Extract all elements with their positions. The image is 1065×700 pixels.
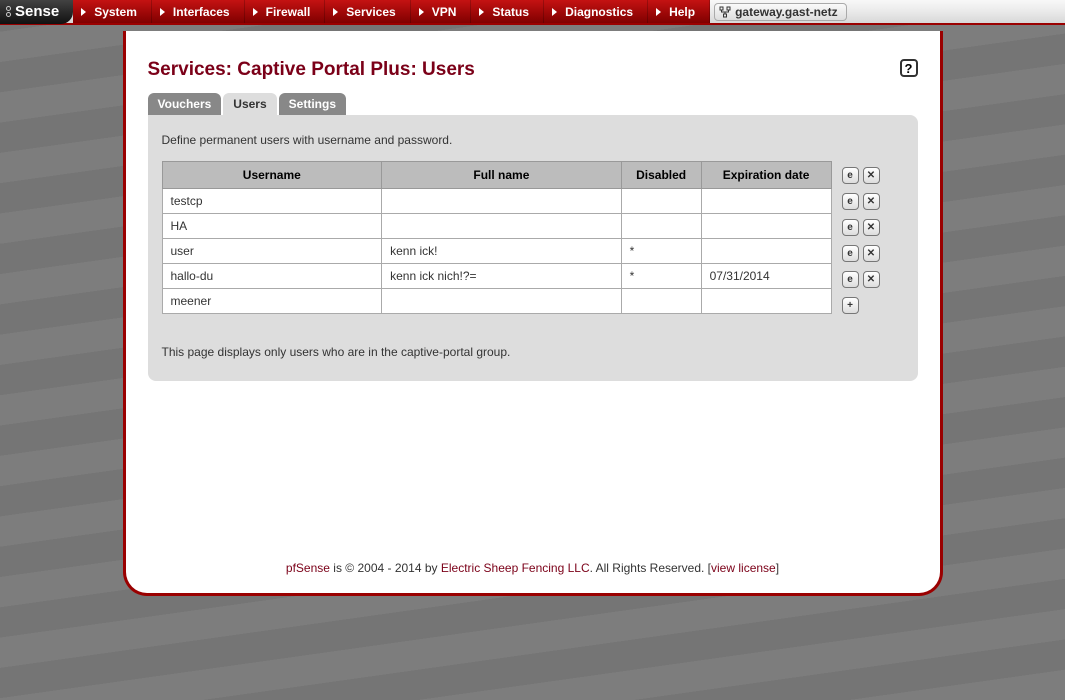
- cell-expiration: [701, 189, 831, 214]
- footer-text: . All Rights Reserved. [: [590, 561, 711, 575]
- menu-label: Interfaces: [173, 5, 230, 19]
- caret-icon: [253, 8, 258, 16]
- help-icon[interactable]: ?: [900, 59, 918, 77]
- caret-icon: [552, 8, 557, 16]
- menu-label: Firewall: [266, 5, 311, 19]
- panel-description: Define permanent users with username and…: [162, 133, 904, 147]
- delete-icon[interactable]: ✕: [863, 193, 880, 210]
- caret-icon: [656, 8, 661, 16]
- menu-label: System: [94, 5, 137, 19]
- cell-expiration: [701, 214, 831, 239]
- tab-users[interactable]: Users: [223, 93, 276, 115]
- cell-disabled: [621, 214, 701, 239]
- cell-disabled: *: [621, 239, 701, 264]
- page-title: Services: Captive Portal Plus: Users: [148, 59, 918, 81]
- cell-fullname: kenn ick!: [382, 239, 622, 264]
- cell-disabled: *: [621, 264, 701, 289]
- footer-text: is © 2004 - 2014 by: [330, 561, 441, 575]
- row-actions-column: e✕e✕e✕e✕e✕+: [842, 161, 880, 317]
- footer-license-link[interactable]: view license: [711, 561, 776, 575]
- panel-note: This page displays only users who are in…: [162, 345, 904, 359]
- delete-icon[interactable]: ✕: [863, 245, 880, 262]
- menu-item-help[interactable]: Help: [648, 0, 710, 23]
- footer: pfSense is © 2004 - 2014 by Electric She…: [148, 543, 918, 575]
- menu-item-services[interactable]: Services: [325, 0, 410, 23]
- cell-username: user: [162, 239, 382, 264]
- cell-username: HA: [162, 214, 382, 239]
- cell-fullname: [382, 214, 622, 239]
- cell-username: testcp: [162, 189, 382, 214]
- users-table: Username Full name Disabled Expiration d…: [162, 161, 832, 314]
- logo-icon: [6, 6, 11, 17]
- table-row: HA: [162, 214, 831, 239]
- logo-text: Sense: [15, 3, 59, 20]
- edit-icon[interactable]: e: [842, 219, 859, 236]
- col-header-username: Username: [162, 162, 382, 189]
- gateway-label: gateway.gast-netz: [735, 5, 837, 19]
- edit-icon[interactable]: e: [842, 193, 859, 210]
- cell-expiration: [701, 239, 831, 264]
- gateway-pill[interactable]: gateway.gast-netz: [714, 3, 846, 21]
- menu-label: Services: [346, 5, 395, 19]
- caret-icon: [160, 8, 165, 16]
- table-row: meener: [162, 289, 831, 314]
- footer-text: ]: [776, 561, 779, 575]
- col-header-disabled: Disabled: [621, 162, 701, 189]
- panel: Define permanent users with username and…: [148, 115, 918, 381]
- cell-disabled: [621, 289, 701, 314]
- menu-item-interfaces[interactable]: Interfaces: [152, 0, 245, 23]
- network-icon: [719, 6, 731, 18]
- menu-item-status[interactable]: Status: [471, 0, 544, 23]
- delete-icon[interactable]: ✕: [863, 271, 880, 288]
- top-bar: Sense System Interfaces Firewall Services VP…: [0, 0, 1065, 25]
- add-icon[interactable]: +: [842, 297, 859, 314]
- main-menu: System Interfaces Firewall Services VPN Statu…: [73, 0, 710, 23]
- menu-label: Status: [492, 5, 529, 19]
- menu-item-diagnostics[interactable]: Diagnostics: [544, 0, 648, 23]
- cell-username: hallo-du: [162, 264, 382, 289]
- cell-fullname: kenn ick nich!?=: [382, 264, 622, 289]
- table-row: testcp: [162, 189, 831, 214]
- menu-label: VPN: [432, 5, 457, 19]
- col-header-expiration: Expiration date: [701, 162, 831, 189]
- menu-label: Help: [669, 5, 695, 19]
- cell-fullname: [382, 289, 622, 314]
- logo: Sense: [0, 0, 73, 24]
- cell-expiration: 07/31/2014: [701, 264, 831, 289]
- tabs: VouchersUsersSettings: [148, 93, 918, 115]
- table-row: hallo-dukenn ick nich!?=*07/31/2014: [162, 264, 831, 289]
- col-header-fullname: Full name: [382, 162, 622, 189]
- menu-item-vpn[interactable]: VPN: [411, 0, 472, 23]
- tab-vouchers[interactable]: Vouchers: [148, 93, 222, 115]
- delete-icon[interactable]: ✕: [863, 167, 880, 184]
- footer-company-link[interactable]: Electric Sheep Fencing LLC: [441, 561, 590, 575]
- menu-item-firewall[interactable]: Firewall: [245, 0, 326, 23]
- caret-icon: [479, 8, 484, 16]
- table-row: userkenn ick!*: [162, 239, 831, 264]
- edit-icon[interactable]: e: [842, 245, 859, 262]
- edit-icon[interactable]: e: [842, 271, 859, 288]
- menu-label: Diagnostics: [565, 5, 633, 19]
- page-container: ? Services: Captive Portal Plus: Users V…: [123, 31, 943, 596]
- delete-icon[interactable]: ✕: [863, 219, 880, 236]
- menu-item-system[interactable]: System: [73, 0, 152, 23]
- cell-fullname: [382, 189, 622, 214]
- caret-icon: [81, 8, 86, 16]
- tab-settings[interactable]: Settings: [279, 93, 346, 115]
- cell-username: meener: [162, 289, 382, 314]
- footer-brand-link[interactable]: pfSense: [286, 561, 330, 575]
- cell-expiration: [701, 289, 831, 314]
- caret-icon: [333, 8, 338, 16]
- caret-icon: [419, 8, 424, 16]
- edit-icon[interactable]: e: [842, 167, 859, 184]
- cell-disabled: [621, 189, 701, 214]
